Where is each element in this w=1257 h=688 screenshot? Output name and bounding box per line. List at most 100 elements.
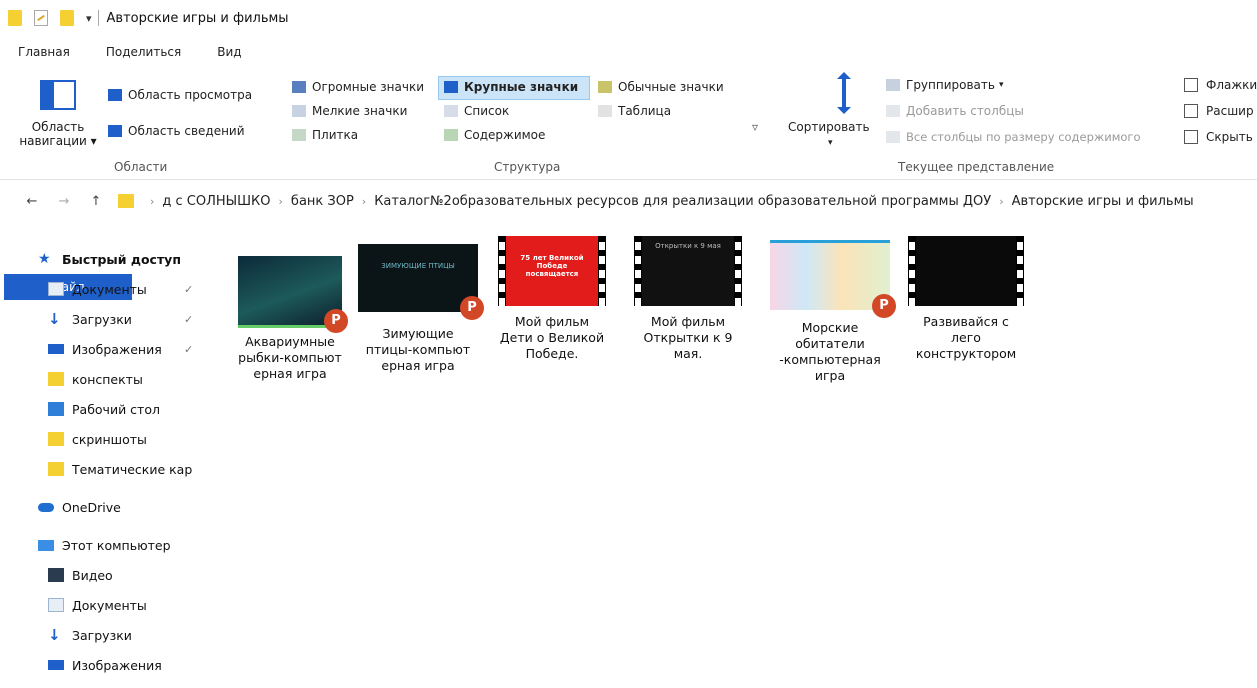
new-folder-icon[interactable]	[60, 10, 74, 26]
chevron-right-icon[interactable]: ›	[362, 195, 366, 208]
sort-dropdown[interactable]: ▾	[828, 138, 833, 148]
breadcrumb-item[interactable]: Каталог№2образовательных ресурсов для ре…	[374, 194, 991, 209]
sidebar-item-this-pc[interactable]: Этот компьютер	[38, 530, 208, 560]
list-icon	[444, 105, 458, 117]
small-icons-option[interactable]: Мелкие значки	[292, 104, 407, 118]
medium-icons-option[interactable]: Обычные значки	[598, 80, 724, 94]
forward-arrow-icon[interactable]: →	[46, 194, 82, 209]
tiles-label: Плитка	[312, 128, 359, 142]
sidebar-item-label: OneDrive	[62, 499, 121, 515]
tab-view[interactable]: Вид	[199, 39, 259, 65]
file-name-line: обитатели	[795, 336, 865, 351]
content-option[interactable]: Содержимое	[444, 128, 545, 142]
item-checkboxes-toggle[interactable]: Флажки	[1184, 78, 1257, 92]
sidebar-item-screenshots[interactable]: скриншоты	[38, 424, 208, 454]
add-columns-button[interactable]: Добавить столбцы	[886, 104, 1024, 118]
file-name-line: птицы-компьют	[365, 342, 471, 357]
group-by-button[interactable]: Группировать ▾	[886, 78, 1004, 92]
sidebar-item-pc-downloads[interactable]: ↓ Загрузки	[38, 620, 208, 650]
details-option[interactable]: Таблица	[598, 104, 671, 118]
checkbox-icon	[1184, 78, 1198, 92]
hidden-items-label: Скрыть	[1206, 130, 1253, 144]
pictures-icon	[48, 344, 64, 354]
back-arrow-icon[interactable]: ←	[18, 194, 46, 209]
chevron-right-icon[interactable]: ›	[279, 195, 283, 208]
navigation-pane-icon[interactable]	[40, 80, 76, 110]
file-item[interactable]: ЗИМУЮЩИЕ ПТИЦЫ P Зимующие птицы-компьют …	[354, 236, 484, 374]
sidebar-item-pc-documents[interactable]: Документы	[38, 590, 208, 620]
sidebar-item-videos[interactable]: Видео	[38, 560, 208, 590]
up-arrow-icon[interactable]: ↑	[82, 194, 110, 209]
sidebar-item-pc-pictures[interactable]: Изображения	[38, 650, 208, 680]
checkbox-icon	[1184, 130, 1198, 144]
sidebar-item-label: Рабочий стол	[72, 401, 160, 417]
properties-icon[interactable]	[34, 10, 48, 26]
customize-toolbar-icon[interactable]: ▾	[86, 12, 92, 25]
sort-button[interactable]: Сортировать	[788, 120, 870, 134]
breadcrumb-current[interactable]: Авторские игры и фильмы	[1012, 194, 1194, 209]
sidebar-item-pictures[interactable]: Изображения ✓	[38, 334, 208, 364]
sidebar-item-label: Загрузки	[72, 627, 132, 643]
film-strip-icon	[498, 236, 506, 306]
pictures-icon	[48, 660, 64, 670]
file-item[interactable]: 75 лет Великой Победе посвящается Мой фи…	[488, 236, 616, 362]
size-columns-button[interactable]: Все столбцы по размеру содержимого	[886, 130, 1141, 144]
file-item[interactable]: Развивайся с лего конструктором	[902, 236, 1030, 362]
sidebar-item-notes[interactable]: конспекты	[38, 364, 208, 394]
navigation-pane-button[interactable]: Область навигации ▾	[18, 120, 98, 148]
preview-pane-icon	[108, 89, 122, 101]
large-icons-label: Крупные значки	[464, 80, 579, 94]
sort-icon[interactable]	[837, 72, 851, 114]
film-strip-icon	[598, 236, 606, 306]
powerpoint-icon: P	[872, 294, 896, 318]
file-name-line: Мой фильм	[514, 314, 590, 329]
tab-home[interactable]: Главная	[0, 39, 88, 65]
tiles-option[interactable]: Плитка	[292, 128, 358, 142]
sidebar-item-thematic-cards[interactable]: Тематические кар	[38, 454, 208, 484]
file-name-line: игра	[814, 368, 846, 383]
pin-icon[interactable]: ✓	[184, 283, 193, 296]
thumbnail-text: ЗИМУЮЩИЕ ПТИЦЫ	[381, 262, 455, 270]
file-name-line: Зимующие	[382, 326, 454, 341]
sidebar-item-label: Документы	[72, 597, 147, 613]
file-item[interactable]: Открытки к 9 мая Мой фильм Открытки к 9 …	[624, 236, 752, 362]
extra-large-icons-option[interactable]: Огромные значки	[292, 80, 424, 94]
panes-group-label: Области	[114, 160, 168, 174]
presentation-thumbnail: P	[770, 240, 896, 318]
navigation-pane: ★ Быстрый доступ Документы ✓ ↓ Загрузки …	[38, 244, 208, 680]
small-icons-icon	[292, 105, 306, 117]
details-label: Таблица	[618, 104, 672, 118]
chevron-right-icon[interactable]: ›	[999, 195, 1003, 208]
content-icon	[444, 129, 458, 141]
sidebar-item-onedrive[interactable]: OneDrive	[38, 492, 208, 522]
layout-more-button[interactable]: ▿	[752, 120, 758, 134]
large-icons-option[interactable]: Крупные значки	[444, 80, 578, 94]
sidebar-item-label: Быстрый доступ	[62, 251, 181, 267]
file-item[interactable]: P Морские обитатели -компьютерная игра	[766, 236, 896, 384]
sidebar-item-quick-access[interactable]: ★ Быстрый доступ	[38, 244, 208, 274]
pin-icon[interactable]: ✓	[184, 343, 193, 356]
file-extensions-toggle[interactable]: Расшир	[1184, 104, 1254, 118]
tab-share[interactable]: Поделиться	[88, 39, 199, 65]
folder-icon[interactable]	[8, 10, 22, 26]
thumbnail-text: 75 лет Великой Победе посвящается	[520, 254, 584, 278]
details-pane-button[interactable]: Область сведений	[108, 124, 245, 138]
sidebar-item-documents[interactable]: Документы ✓	[38, 274, 208, 304]
pin-icon[interactable]: ✓	[184, 313, 193, 326]
list-option[interactable]: Список	[444, 104, 509, 118]
more-icon: ▿	[752, 120, 759, 134]
file-name-line: конструктором	[915, 346, 1017, 361]
breadcrumb-item[interactable]: банк ЗОР	[291, 194, 354, 209]
checkbox-icon	[1184, 104, 1198, 118]
chevron-right-icon[interactable]: ›	[150, 195, 154, 208]
file-item[interactable]: P Аквариумные рыбки-компьют ерная игра	[226, 236, 354, 382]
sidebar-item-label: Изображения	[72, 657, 162, 673]
file-name-line: -компьютерная	[779, 352, 881, 367]
extra-large-icons-label: Огромные значки	[312, 80, 424, 94]
sidebar-item-downloads[interactable]: ↓ Загрузки ✓	[38, 304, 208, 334]
preview-pane-button[interactable]: Область просмотра	[108, 88, 252, 102]
hidden-items-toggle[interactable]: Скрыть	[1184, 130, 1253, 144]
window-title: Авторские игры и фильмы	[106, 10, 289, 26]
breadcrumb-item[interactable]: д с СОЛНЫШКО	[162, 194, 270, 209]
sidebar-item-desktop[interactable]: Рабочий стол	[38, 394, 208, 424]
